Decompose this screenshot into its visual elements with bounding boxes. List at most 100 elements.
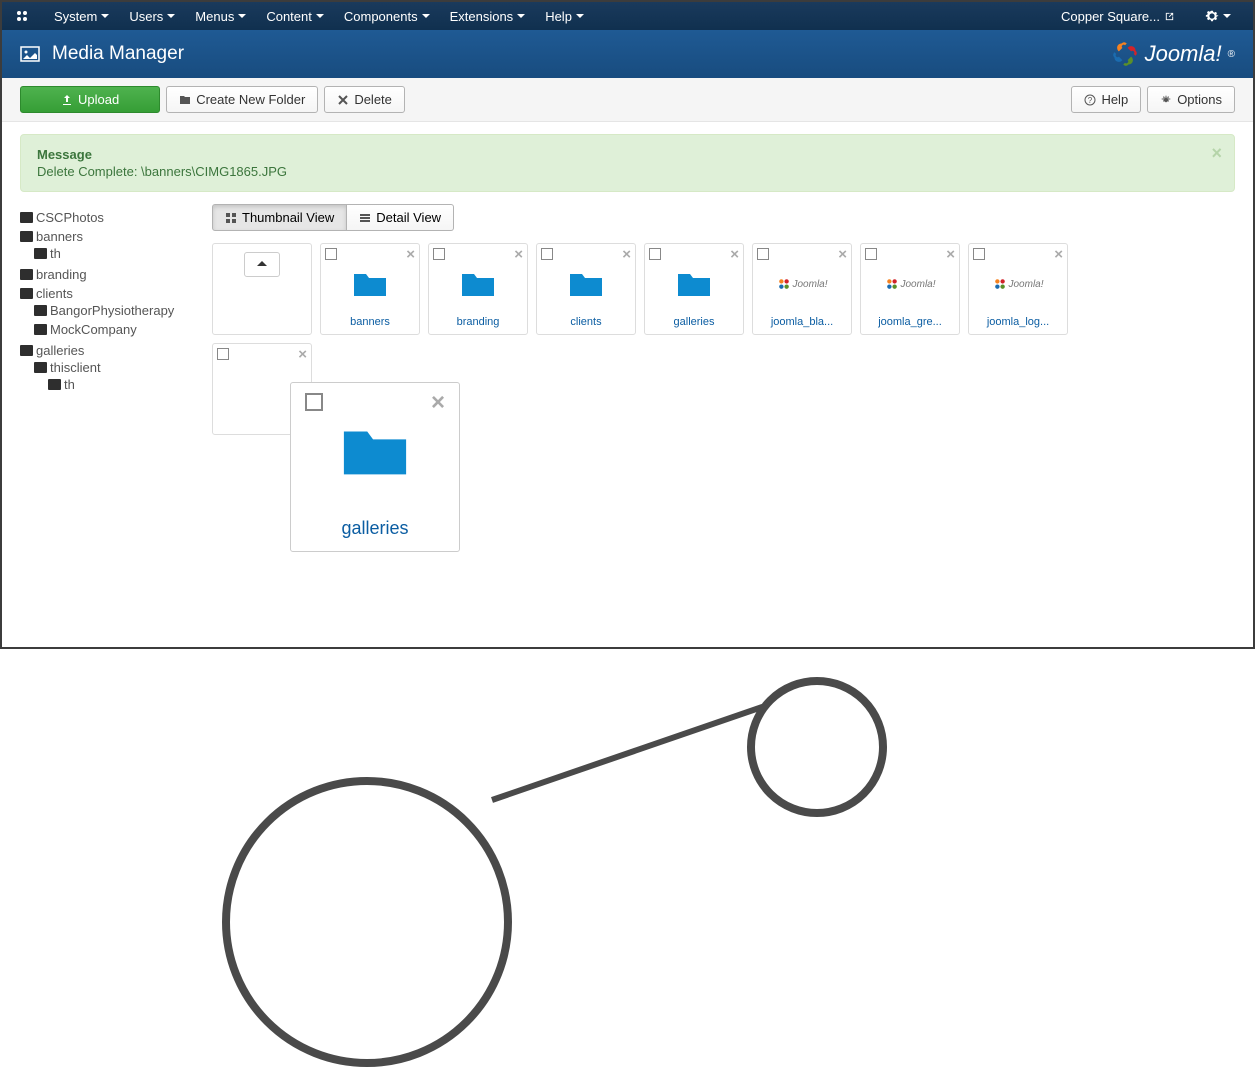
caret-down-icon (422, 14, 430, 18)
tree-label: CSCPhotos (36, 210, 104, 225)
delete-icon[interactable]: × (1054, 246, 1063, 263)
caret-down-icon (576, 14, 584, 18)
cell-thumb: Joomla! (998, 268, 1038, 300)
caret-down-icon (238, 14, 246, 18)
checkbox[interactable] (865, 248, 877, 260)
delete-icon[interactable]: × (406, 246, 415, 263)
image-cell[interactable]: × Joomla! joomla_gre... (860, 243, 960, 335)
gear-icon (1160, 94, 1172, 106)
image-cell[interactable]: × Joomla! joomla_log... (968, 243, 1068, 335)
folder-cell[interactable]: × banners (320, 243, 420, 335)
up-directory-cell[interactable] (212, 243, 312, 335)
options-button[interactable]: Options (1147, 86, 1235, 113)
joomla-logo-thumb: Joomla! (885, 277, 936, 291)
zoom-label: galleries (341, 518, 408, 539)
tree-node[interactable]: thisclientth (34, 358, 200, 396)
checkbox[interactable] (433, 248, 445, 260)
cell-label[interactable]: joomla_bla... (759, 316, 845, 328)
delete-icon[interactable]: × (730, 246, 739, 263)
menu-extensions[interactable]: Extensions (440, 4, 536, 29)
caret-down-icon (1223, 14, 1231, 18)
delete-icon[interactable]: × (298, 346, 307, 363)
toolbar: Upload Create New Folder Delete ? Help O… (2, 78, 1253, 122)
delete-icon[interactable]: × (622, 246, 631, 263)
upload-button[interactable]: Upload (20, 86, 160, 113)
joomla-logo-thumb: Joomla! (993, 277, 1044, 291)
tree-label: galleries (36, 343, 84, 358)
cell-thumb: Joomla! (890, 268, 930, 300)
checkbox[interactable] (757, 248, 769, 260)
tree-node[interactable]: bannersth (20, 227, 200, 265)
tree-label: branding (36, 267, 87, 282)
tree-node[interactable]: CSCPhotos (20, 208, 200, 227)
menu-help[interactable]: Help (535, 4, 594, 29)
detail-view-button[interactable]: Detail View (347, 204, 454, 231)
folder-icon (568, 270, 604, 298)
folder-icon (460, 270, 496, 298)
thumbnail-view-button[interactable]: Thumbnail View (212, 204, 347, 231)
folder-icon (20, 231, 33, 242)
folder-icon (676, 270, 712, 298)
cell-label[interactable]: branding (435, 316, 521, 328)
cell-label[interactable]: joomla_log... (975, 316, 1061, 328)
chevron-up-icon (255, 259, 269, 269)
checkbox[interactable] (541, 248, 553, 260)
close-icon: × (431, 389, 445, 417)
spotlight-connector-line (491, 703, 767, 803)
folder-icon (20, 288, 33, 299)
cell-label[interactable]: joomla_gre... (867, 316, 953, 328)
help-button[interactable]: ? Help (1071, 86, 1141, 113)
joomla-brand: Joomla! ® (1111, 40, 1235, 68)
tree-label: clients (36, 286, 73, 301)
folder-icon (34, 305, 47, 316)
up-button[interactable] (244, 252, 280, 277)
delete-icon[interactable]: × (946, 246, 955, 263)
joomla-logo-icon (1111, 40, 1139, 68)
tree-node[interactable]: th (34, 244, 200, 263)
menu-components[interactable]: Components (334, 4, 440, 29)
folder-cell[interactable]: × galleries (644, 243, 744, 335)
tree-node[interactable]: galleriesthisclientth (20, 341, 200, 398)
tree-node[interactable]: branding (20, 265, 200, 284)
spotlight-small-ring (747, 677, 887, 817)
checkbox[interactable] (973, 248, 985, 260)
folder-icon (34, 324, 47, 335)
tree-node[interactable]: clientsBangorPhysiotherapyMockCompany (20, 284, 200, 341)
menu-system[interactable]: System (44, 4, 119, 29)
folder-cell[interactable]: × clients (536, 243, 636, 335)
tree-node[interactable]: BangorPhysiotherapy (34, 301, 200, 320)
alert-close-button[interactable]: × (1211, 143, 1222, 164)
cell-label[interactable]: galleries (651, 316, 737, 328)
menubar-right: Copper Square... (1051, 4, 1241, 29)
checkbox[interactable] (217, 348, 229, 360)
delete-icon[interactable]: × (514, 246, 523, 263)
svg-text:?: ? (1088, 96, 1093, 105)
cell-label[interactable]: clients (543, 316, 629, 328)
tree-node[interactable]: th (48, 375, 200, 394)
menu-content[interactable]: Content (256, 4, 334, 29)
delete-icon[interactable]: × (838, 246, 847, 263)
success-alert: Message Delete Complete: \banners\CIMG18… (20, 134, 1235, 192)
site-link[interactable]: Copper Square... (1051, 4, 1185, 29)
cell-thumb (350, 268, 390, 300)
folder-cell[interactable]: × branding (428, 243, 528, 335)
cell-thumb (566, 268, 606, 300)
folder-tree: CSCPhotos bannersth branding clientsBangorP… (20, 204, 200, 398)
cell-thumb (674, 268, 714, 300)
checkbox[interactable] (325, 248, 337, 260)
caret-down-icon (101, 14, 109, 18)
folder-icon (20, 269, 33, 280)
cell-thumb (458, 268, 498, 300)
settings-menu[interactable] (1195, 4, 1241, 28)
delete-button[interactable]: Delete (324, 86, 405, 113)
list-icon (359, 212, 371, 224)
folder-icon (20, 345, 33, 356)
tree-node[interactable]: MockCompany (34, 320, 200, 339)
menu-menus[interactable]: Menus (185, 4, 256, 29)
cell-thumb: Joomla! (782, 268, 822, 300)
create-folder-button[interactable]: Create New Folder (166, 86, 318, 113)
menu-users[interactable]: Users (119, 4, 185, 29)
checkbox[interactable] (649, 248, 661, 260)
image-cell[interactable]: × Joomla! joomla_bla... (752, 243, 852, 335)
cell-label[interactable]: banners (327, 316, 413, 328)
